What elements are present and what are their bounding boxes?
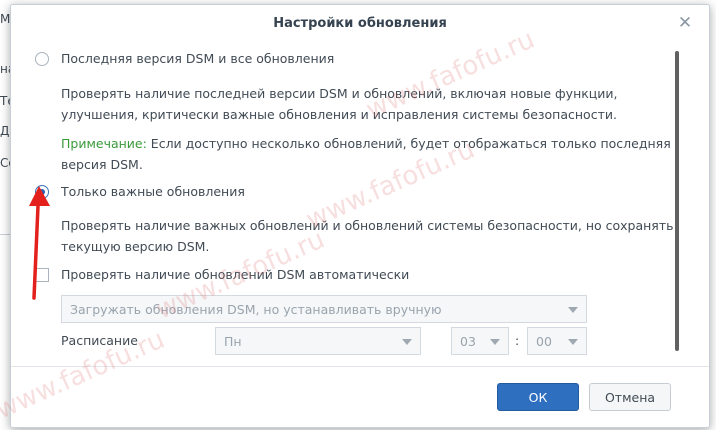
schedule-day-select[interactable]: Пн <box>215 327 421 355</box>
cancel-button[interactable]: Отмена <box>589 383 671 411</box>
dialog-content: Последняя версия DSM и все обновления Пр… <box>11 41 709 369</box>
download-mode-select[interactable]: Загружать обновления DSM, но устанавлива… <box>61 295 587 323</box>
chevron-down-icon <box>402 339 412 345</box>
time-separator: : <box>515 333 520 348</box>
dialog-title: Настройки обновления <box>273 15 447 31</box>
chevron-down-icon <box>568 339 578 345</box>
option-latest-description: Проверять наличие последней версии DSM и… <box>61 86 618 122</box>
schedule-hour-value: 03 <box>460 333 476 349</box>
chevron-down-icon <box>490 339 500 345</box>
schedule-day-value: Пн <box>224 333 242 349</box>
schedule-minute-value: 00 <box>536 333 552 349</box>
download-mode-value: Загружать обновления DSM, но устанавлива… <box>70 301 442 317</box>
radio-latest[interactable] <box>35 51 49 66</box>
auto-check-row[interactable]: Проверять наличие обновлений DSM автомат… <box>35 267 409 282</box>
option-latest-note: Примечание: Если доступно несколько обно… <box>61 133 681 175</box>
auto-check-checkbox[interactable] <box>35 267 49 282</box>
ok-button[interactable]: ОК <box>497 383 579 411</box>
dialog-titlebar: Настройки обновления ✕ <box>11 5 709 41</box>
update-settings-dialog: Настройки обновления ✕ Последняя версия … <box>10 4 710 428</box>
auto-check-label: Проверять наличие обновлений DSM автомат… <box>61 267 410 282</box>
chevron-down-icon <box>568 307 578 313</box>
option-latest-label: Последняя версия DSM и все обновления <box>61 51 335 66</box>
option-important-label: Только важные обновления <box>61 184 245 199</box>
option-latest[interactable]: Последняя версия DSM и все обновления <box>35 51 334 66</box>
schedule-hour-select[interactable]: 03 <box>451 327 509 355</box>
note-text: Если доступно несколько обновлений, буде… <box>61 136 671 172</box>
close-icon[interactable]: ✕ <box>675 13 695 33</box>
note-label: Примечание: <box>61 136 147 151</box>
dialog-footer: ОК Отмена <box>11 366 709 427</box>
background-divider <box>0 234 10 235</box>
radio-important[interactable] <box>35 184 49 199</box>
option-important[interactable]: Только важные обновления <box>35 184 245 199</box>
schedule-label: Расписание <box>61 333 138 348</box>
schedule-minute-select[interactable]: 00 <box>527 327 587 355</box>
option-important-description: Проверять наличие важных обновлений и об… <box>61 218 674 254</box>
